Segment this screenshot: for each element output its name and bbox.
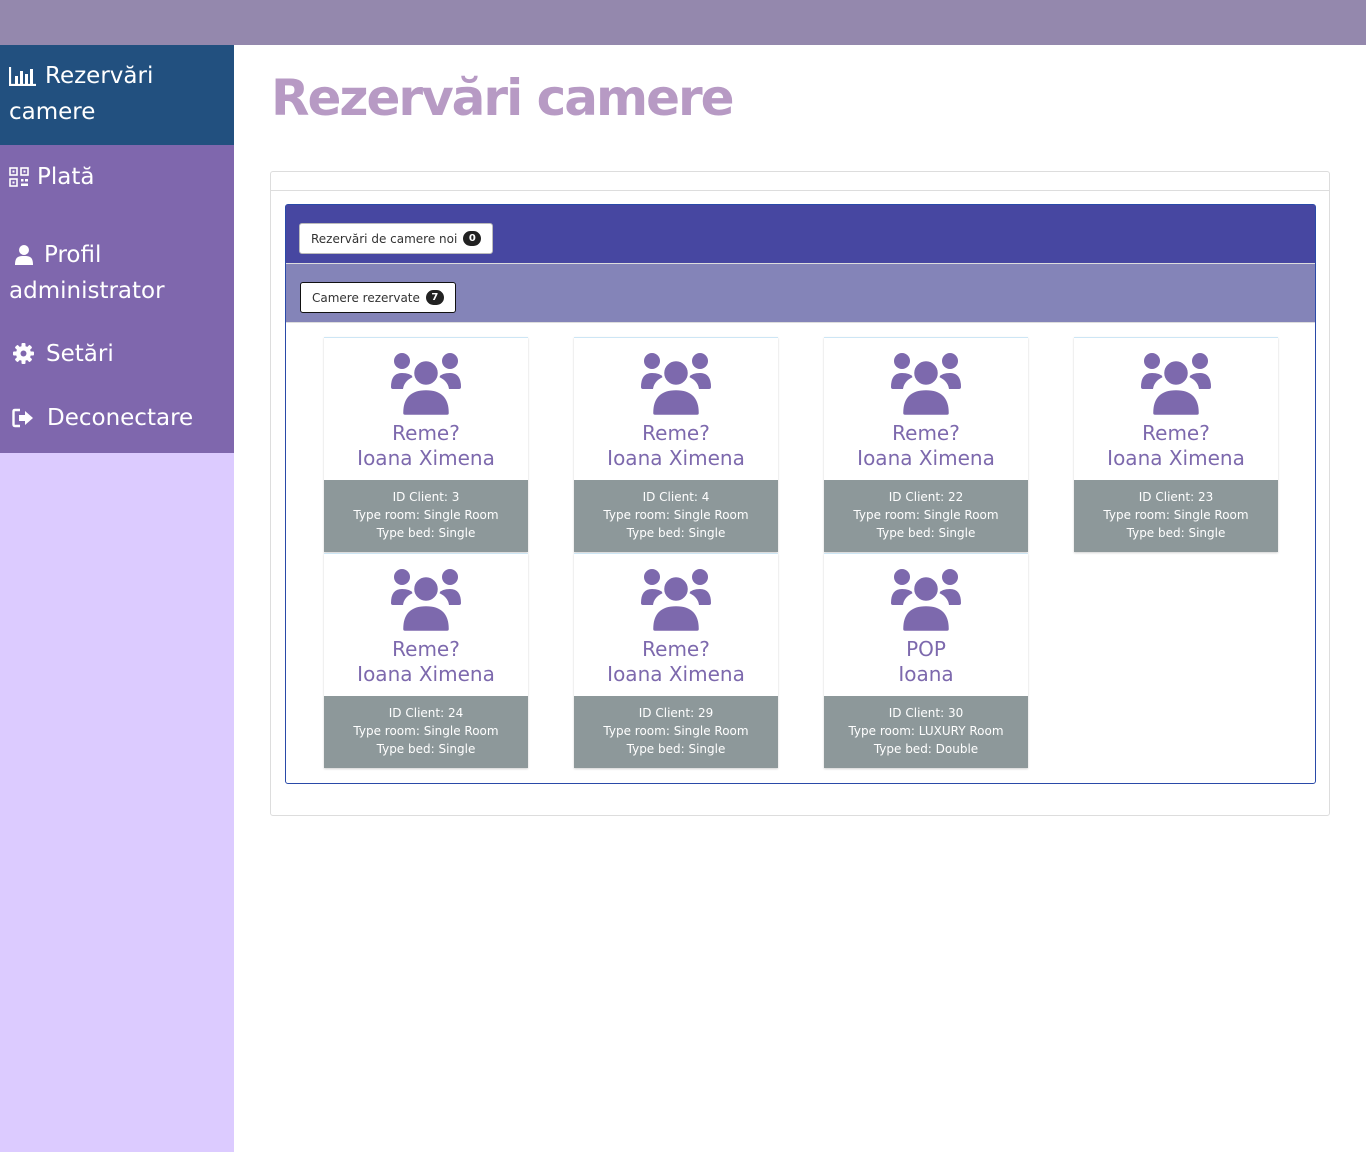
client-id: ID Client: 22 xyxy=(888,490,964,504)
users-group-icon xyxy=(641,569,711,633)
users-group-icon xyxy=(1141,353,1211,417)
panel-divider xyxy=(271,190,1329,191)
new-reservations-button[interactable]: Rezervări de camere noi 0 xyxy=(299,223,494,254)
client-surname: Reme? xyxy=(392,637,460,661)
client-surname: Reme? xyxy=(642,421,710,445)
bed-type: Type bed: Single xyxy=(376,526,476,540)
booked-rooms-count-badge: 7 xyxy=(425,290,444,305)
gear-icon xyxy=(13,341,34,374)
booking-card[interactable]: Reme? Ioana Ximena ID Client: 23 Type ro… xyxy=(1074,337,1278,552)
card-details: ID Client: 30 Type room: LUXURY Room Typ… xyxy=(824,696,1028,768)
client-surname: Reme? xyxy=(642,637,710,661)
sign-out-icon xyxy=(12,405,35,438)
client-id: ID Client: 3 xyxy=(392,490,460,504)
bar-chart-icon xyxy=(8,63,37,96)
room-type: Type room: Single Room xyxy=(353,724,499,738)
client-surname: Reme? xyxy=(892,421,960,445)
booking-card[interactable]: Reme? Ioana Ximena ID Client: 24 Type ro… xyxy=(324,553,528,768)
sidebar-item-setari[interactable]: Setări xyxy=(0,308,234,374)
sidebar-item-rezervari-camere[interactable]: Rezervări camere xyxy=(0,45,234,145)
panel-heading-booked: Camere rezervate 7 xyxy=(286,264,1315,323)
card-details: ID Client: 24 Type room: Single Room Typ… xyxy=(324,696,528,768)
client-id: ID Client: 29 xyxy=(638,706,714,720)
sidebar-item-label: Setări xyxy=(46,341,114,367)
client-name: Ioana Ximena xyxy=(357,446,495,470)
bed-type: Type bed: Single xyxy=(876,526,976,540)
card-details: ID Client: 4 Type room: Single Room Type… xyxy=(574,480,778,552)
client-name: Ioana xyxy=(898,662,954,686)
sidebar-item-profil-administrator[interactable]: Profil administrator xyxy=(0,208,234,308)
card-details: ID Client: 23 Type room: Single Room Typ… xyxy=(1074,480,1278,552)
sidebar-item-deconectare[interactable]: Deconectare xyxy=(0,374,234,453)
booking-card[interactable]: Reme? Ioana Ximena ID Client: 22 Type ro… xyxy=(824,337,1028,552)
users-group-icon xyxy=(891,569,961,633)
card-details: ID Client: 22 Type room: Single Room Typ… xyxy=(824,480,1028,552)
panel-heading-new: Rezervări de camere noi 0 xyxy=(286,205,1315,264)
client-name: Ioana Ximena xyxy=(607,446,745,470)
sidebar-item-label: Deconectare xyxy=(47,405,194,431)
booking-card[interactable]: Reme? Ioana Ximena ID Client: 29 Type ro… xyxy=(574,553,778,768)
client-name: Ioana Ximena xyxy=(1107,446,1245,470)
booked-rooms-button[interactable]: Camere rezervate 7 xyxy=(300,282,456,313)
room-type: Type room: Single Room xyxy=(353,508,499,522)
users-group-icon xyxy=(391,569,461,633)
bed-type: Type bed: Single xyxy=(1126,526,1226,540)
bed-type: Type bed: Single xyxy=(626,742,726,756)
page-title: Rezervări camere xyxy=(271,69,735,127)
user-icon xyxy=(14,242,34,275)
booking-card[interactable]: Reme? Ioana Ximena ID Client: 3 Type roo… xyxy=(324,337,528,552)
bed-type: Type bed: Single xyxy=(626,526,726,540)
client-name: Ioana Ximena xyxy=(607,662,745,686)
client-surname: POP xyxy=(906,637,946,661)
client-id: ID Client: 24 xyxy=(388,706,464,720)
users-group-icon xyxy=(391,353,461,417)
sidebar-menu: Rezervări camere Plată Profil administra… xyxy=(0,45,234,453)
card-details: ID Client: 3 Type room: Single Room Type… xyxy=(324,480,528,552)
client-id: ID Client: 30 xyxy=(888,706,964,720)
booking-card[interactable]: POP Ioana ID Client: 30 Type room: LUXUR… xyxy=(824,553,1028,768)
top-bar xyxy=(0,0,1366,45)
users-group-icon xyxy=(891,353,961,417)
sidebar-item-plata[interactable]: Plată xyxy=(0,145,234,208)
client-surname: Reme? xyxy=(1142,421,1210,445)
sidebar-item-label: Plată xyxy=(37,164,95,190)
client-name: Ioana Ximena xyxy=(357,662,495,686)
qrcode-icon xyxy=(9,164,29,197)
users-group-icon xyxy=(641,353,711,417)
booking-card[interactable]: Reme? Ioana Ximena ID Client: 4 Type roo… xyxy=(574,337,778,552)
new-reservations-count-badge: 0 xyxy=(463,231,482,246)
card-details: ID Client: 29 Type room: Single Room Typ… xyxy=(574,696,778,768)
room-type: Type room: Single Room xyxy=(603,724,749,738)
booked-rooms-label: Camere rezervate xyxy=(312,290,420,305)
client-name: Ioana Ximena xyxy=(857,446,995,470)
client-id: ID Client: 4 xyxy=(642,490,710,504)
bed-type: Type bed: Single xyxy=(376,742,476,756)
bed-type: Type bed: Double xyxy=(873,742,979,756)
room-type: Type room: LUXURY Room xyxy=(848,724,1004,738)
client-id: ID Client: 23 xyxy=(1138,490,1214,504)
room-type: Type room: Single Room xyxy=(603,508,749,522)
client-surname: Reme? xyxy=(392,421,460,445)
room-type: Type room: Single Room xyxy=(1103,508,1249,522)
sidebar: Rezervări camere Plată Profil administra… xyxy=(0,45,234,1152)
new-reservations-label: Rezervări de camere noi xyxy=(311,231,458,246)
room-type: Type room: Single Room xyxy=(853,508,999,522)
